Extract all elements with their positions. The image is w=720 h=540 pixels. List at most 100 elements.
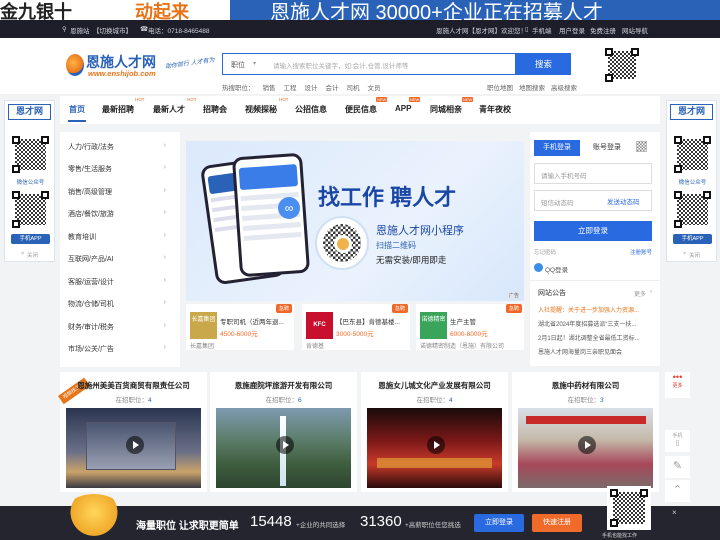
nav-night-school[interactable]: 青年夜校 — [479, 104, 511, 115]
edit-tool-button[interactable]: ✎ — [665, 456, 690, 478]
job-company[interactable]: 长嘉集团 — [190, 341, 214, 350]
company-name[interactable]: 恩施鹿院坪旅游开发有限公司 — [210, 380, 357, 391]
tab-mobile-login[interactable]: 手机登录 — [534, 140, 580, 156]
company-card[interactable]: 视频找工作 恩施州美美百货商贸有限责任公司 在招职位：4 — [58, 372, 207, 492]
user-login-link[interactable]: 用户登录 — [559, 25, 585, 35]
free-register-link[interactable]: 免费注册 — [590, 25, 616, 35]
nav-latest-jobs[interactable]: 最新招聘 — [102, 104, 134, 115]
tab-account-login[interactable]: 账号登录 — [584, 140, 630, 156]
app-label[interactable]: 手机APP — [673, 234, 712, 244]
side-close-button[interactable]: 关闭 — [27, 251, 38, 259]
close-icon[interactable]: × — [683, 251, 686, 257]
hot-term[interactable]: 销售 — [263, 85, 276, 92]
forgot-password-link[interactable]: 忘记密码 — [534, 248, 556, 256]
bottom-login-button[interactable]: 立即登录 — [474, 514, 524, 532]
company-name[interactable]: 恩施中药材有限公司 — [512, 380, 659, 391]
notice-item[interactable]: 2月1日起！湖北调整全省最低工资标... — [538, 333, 648, 342]
nav-convenience[interactable]: 便民信息 — [345, 104, 377, 115]
search-input[interactable]: 请输入搜索职位关键字，如:会计,仓管,设计师等 — [273, 60, 408, 70]
company-name[interactable]: 恩施州美美百货商贸有限责任公司 — [60, 380, 207, 391]
app-label[interactable]: 手机APP — [11, 234, 50, 244]
notice-item[interactable]: 入社提醒：关于进一步加强入力资源... — [538, 305, 648, 314]
hot-term[interactable]: 工程 — [284, 85, 297, 92]
phone-input[interactable]: 请输入手机号码 — [534, 163, 652, 184]
mobile-link[interactable]: 手机端 — [532, 25, 552, 35]
site-nav-link[interactable]: 网站导航 — [622, 25, 648, 35]
job-card[interactable]: 诺德精密 急聘 生产主管 6000-8000元 诺德精密制造（恩施）有限公司 — [416, 304, 524, 350]
play-icon[interactable] — [126, 436, 144, 454]
hero-subtitle: 恩施人才网小程序 — [376, 225, 464, 237]
nav-app[interactable]: APP — [395, 104, 411, 113]
chevron-right-icon: › — [163, 254, 166, 261]
map-search-link[interactable]: 地图搜索 — [519, 85, 545, 92]
category-item[interactable]: 物流/仓储/司机 — [68, 299, 114, 309]
company-video-thumbnail[interactable] — [518, 408, 653, 488]
mobile-tool-button[interactable]: 手机 ▯ — [665, 430, 690, 452]
nav-job-fair[interactable]: 招聘会 — [203, 104, 227, 115]
login-button[interactable]: 立即登录 — [534, 221, 652, 241]
qq-icon[interactable] — [534, 263, 543, 272]
category-item[interactable]: 财务/审计/税务 — [68, 322, 114, 332]
company-video-thumbnail[interactable] — [66, 408, 201, 488]
send-code-button[interactable]: 发送动态码 — [607, 196, 640, 206]
hot-term[interactable]: 司机 — [347, 85, 360, 92]
job-title[interactable]: 生产主管 — [450, 316, 520, 326]
hot-term[interactable]: 设计 — [305, 85, 318, 92]
job-title[interactable]: 【巴东县】肯德基楼... — [336, 316, 406, 326]
job-card[interactable]: KFC 急聘 【巴东县】肯德基楼... 3000-5000元 肯德基 — [302, 304, 410, 350]
nav-public-jobs[interactable]: 公招信息 — [295, 104, 327, 115]
side-logo: 恩才网 — [8, 104, 51, 120]
job-title[interactable]: 专职司机（近两年退... — [220, 316, 290, 326]
search-box[interactable]: 职位 ▾ 请输入搜索职位关键字，如:会计,仓管,设计师等 — [222, 53, 516, 75]
job-company[interactable]: 诺德精密制造（恩施）有限公司 — [420, 341, 504, 350]
side-close-button[interactable]: 关闭 — [689, 251, 700, 259]
job-map-link[interactable]: 职位地图 — [487, 85, 513, 92]
more-tools-button[interactable]: ••• 更多 — [665, 372, 690, 398]
job-card[interactable]: 长嘉集团 急聘 专职司机（近两年退... 4500-6000元 长嘉集团 — [186, 304, 294, 350]
category-item[interactable]: 客服/运营/设计 — [68, 277, 114, 287]
advanced-search-link[interactable]: 高级搜索 — [551, 85, 577, 92]
nav-dating[interactable]: 同城相亲 — [430, 104, 462, 115]
category-item[interactable]: 市场/公关/广告 — [68, 344, 114, 354]
category-item[interactable]: 互联网/产品/AI — [68, 254, 114, 264]
nav-home[interactable]: 首页 — [69, 104, 85, 115]
notice-item[interactable]: 湖北省2024年度招募选派“三支一扶... — [538, 319, 648, 328]
category-item[interactable]: 人力/行政/法务 — [68, 142, 114, 152]
register-link[interactable]: 注册账号 — [630, 248, 652, 256]
play-icon[interactable] — [427, 436, 445, 454]
notice-more-link[interactable]: 更多 — [634, 289, 646, 298]
search-button[interactable]: 搜索 — [516, 53, 571, 75]
qq-login-link[interactable]: QQ登录 — [545, 264, 568, 274]
nav-latest-talent[interactable]: 最新人才 — [153, 104, 185, 115]
logo-icon[interactable] — [66, 54, 84, 76]
qr-login-icon[interactable] — [636, 141, 647, 152]
company-video-thumbnail[interactable] — [216, 408, 351, 488]
close-icon[interactable]: × — [21, 251, 24, 257]
search-type-select[interactable]: 职位 — [231, 60, 245, 70]
nav-video[interactable]: 视频探秘 — [245, 104, 277, 115]
bottom-register-button[interactable]: 快速注册 — [532, 514, 582, 532]
play-icon[interactable] — [578, 436, 596, 454]
close-icon[interactable]: × — [672, 508, 677, 517]
hot-term[interactable]: 文员 — [368, 85, 381, 92]
company-card[interactable]: 恩施中药材有限公司 在招职位：3 — [512, 372, 659, 492]
job-company[interactable]: 肯德基 — [306, 341, 324, 350]
switch-city-link[interactable]: 【切换城市】 — [93, 25, 132, 35]
new-badge: NEW — [376, 97, 388, 102]
category-item[interactable]: 酒店/餐饮/旅游 — [68, 209, 114, 219]
company-card[interactable]: 恩施鹿院坪旅游开发有限公司 在招职位：6 — [210, 372, 357, 492]
side-logo: 恩才网 — [670, 104, 713, 120]
category-item[interactable]: 销售/高级管理 — [68, 187, 112, 197]
notice-item[interactable]: 恩施人才网海量岗三亲职见面会 — [538, 347, 648, 356]
company-video-thumbnail[interactable] — [367, 408, 502, 488]
company-name[interactable]: 恩施女儿城文化产业发展有限公司 — [361, 380, 508, 391]
promo-banner[interactable]: 金九银十 动起来 恩施人才网 30000+企业正在招募人才 — [0, 0, 720, 20]
wechat-label: 微信公众号 — [678, 180, 707, 186]
main-nav: 首页 最新招聘 HOT 最新人才 HOT 招聘会 视频探秘 HOT 公招信息 便… — [60, 96, 660, 124]
category-item[interactable]: 教育培训 — [68, 232, 96, 242]
hot-term[interactable]: 会计 — [326, 85, 339, 92]
company-card[interactable]: 恩施女儿城文化产业发展有限公司 在招职位：4 — [361, 372, 508, 492]
category-item[interactable]: 零售/生活服务 — [68, 164, 112, 174]
back-to-top-button[interactable]: ⌃ — [665, 480, 690, 502]
play-icon[interactable] — [276, 436, 294, 454]
